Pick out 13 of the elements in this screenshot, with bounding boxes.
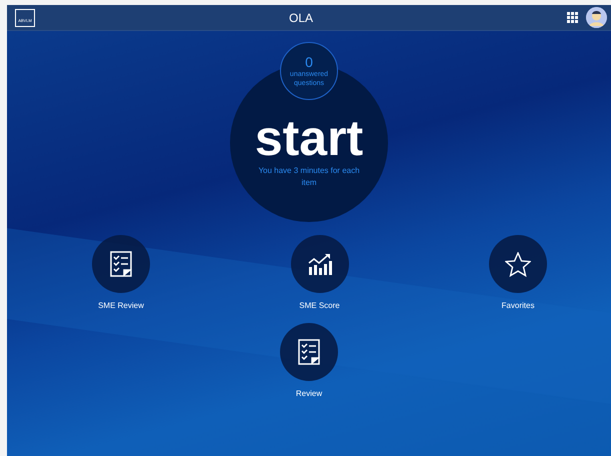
menu-tile-label: SME Review [98,301,144,310]
menu-tile-label: SME Score [299,301,340,310]
checklist-icon [110,251,132,277]
bar-chart-trend-icon [308,253,332,275]
avatar-icon[interactable] [586,7,607,28]
app-title: OLA [288,10,314,24]
apps-grid-icon[interactable] [567,12,578,23]
start-button[interactable]: start You have 3 minutes for each item [254,97,364,189]
unanswered-count: 0 [305,54,313,70]
checklist-icon [298,339,320,365]
menu-tile-label: Review [296,389,322,398]
menu-tile-label: Favorites [502,301,534,310]
star-icon [505,252,531,276]
